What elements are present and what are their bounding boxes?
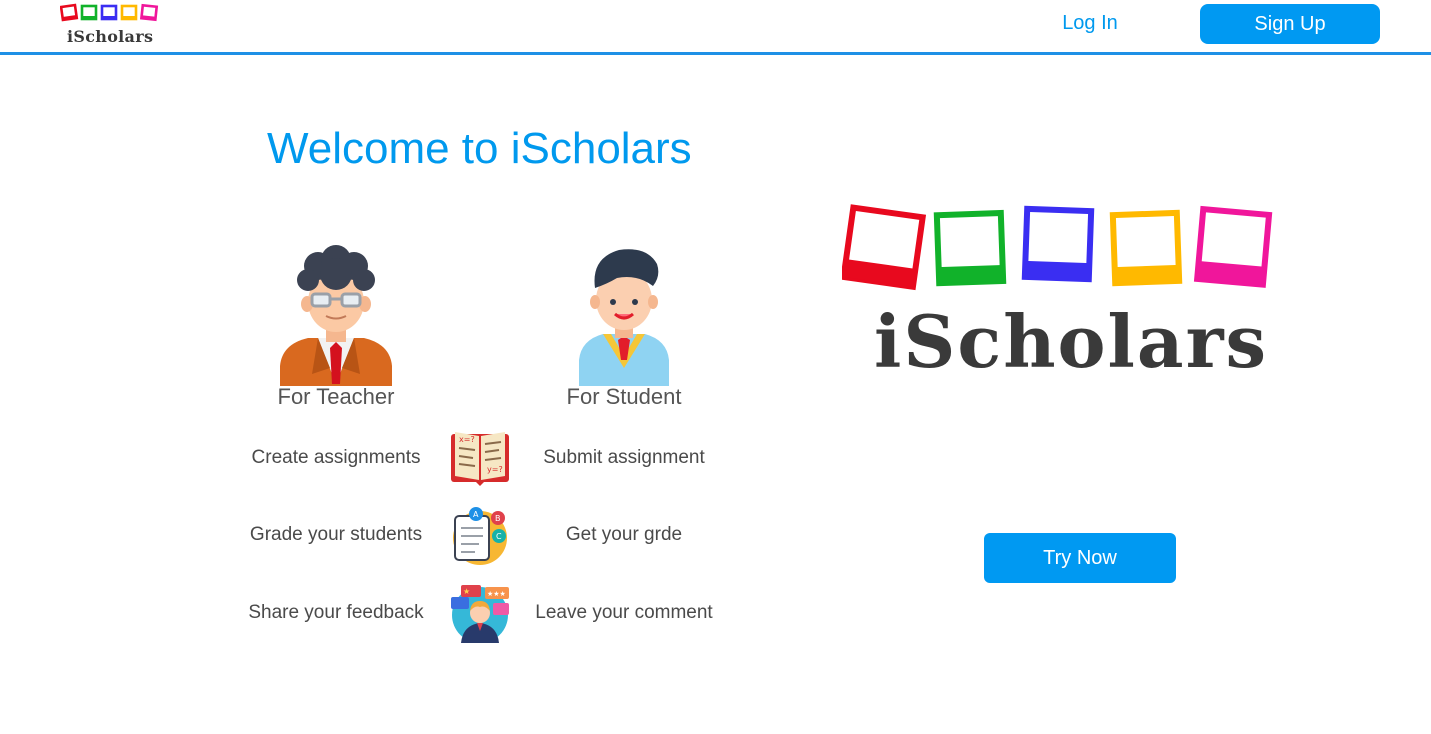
brand-logo-large-text: iScholars — [874, 299, 1269, 384]
svg-text:B: B — [495, 514, 501, 523]
student-feature-submit: Submit assignment — [543, 447, 705, 468]
graded-paper-icon: A B C — [453, 507, 507, 565]
for-student-label: For Student — [566, 384, 682, 409]
signup-button[interactable]: Sign Up — [1200, 4, 1380, 44]
open-book-icon: x=? y=? — [451, 432, 509, 486]
svg-text:★★★: ★★★ — [487, 590, 506, 598]
login-link[interactable]: Log In — [1040, 12, 1140, 35]
top-navbar: iScholars Log In Sign Up — [0, 0, 1431, 55]
teacher-avatar-icon — [280, 245, 392, 386]
feedback-person-icon: ★ ★★★ — [451, 585, 509, 643]
for-teacher-label: For Teacher — [277, 384, 395, 409]
frames-logo-icon — [60, 3, 159, 22]
page-title: Welcome to iScholars — [267, 124, 692, 173]
student-avatar-icon — [579, 249, 669, 386]
try-now-button[interactable]: Try Now — [984, 533, 1176, 583]
teacher-feature-feedback: Share your feedback — [248, 602, 424, 623]
brand-logo-small[interactable]: iScholars — [60, 3, 162, 47]
svg-text:★: ★ — [463, 587, 470, 596]
teacher-feature-grade: Grade your students — [249, 524, 423, 545]
frames-logo-large-icon — [842, 204, 1273, 291]
brand-logo-large: iScholars — [842, 204, 1274, 384]
brand-logo-text: iScholars — [67, 27, 154, 46]
svg-text:y=?: y=? — [487, 465, 503, 474]
student-feature-grade: Get your grde — [565, 524, 683, 545]
student-feature-comment: Leave your comment — [535, 602, 713, 623]
teacher-feature-create: Create assignments — [251, 447, 421, 468]
svg-text:x=?: x=? — [459, 435, 475, 444]
svg-text:A: A — [473, 510, 479, 519]
svg-text:C: C — [496, 532, 502, 541]
